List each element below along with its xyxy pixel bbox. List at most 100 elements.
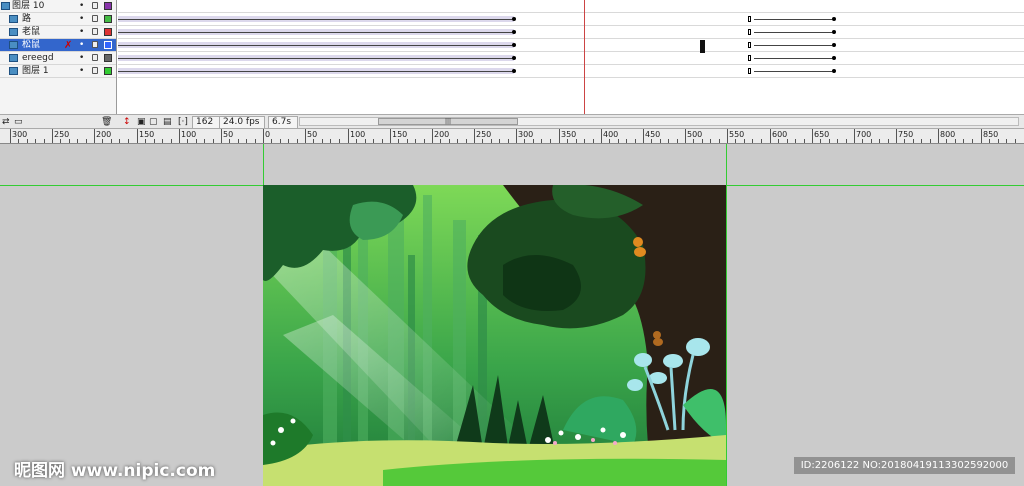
layer-row[interactable]: 图层 1 • [0,65,116,78]
visibility-dot-icon[interactable]: • [79,26,84,39]
keyframe-empty[interactable] [748,55,751,61]
lock-icon[interactable] [92,2,98,9]
ruler-minor-tick [415,139,416,143]
keyframe-empty[interactable] [748,16,751,22]
keyframe-empty[interactable] [748,29,751,35]
outline-color-swatch[interactable] [104,67,112,75]
frame-row[interactable] [118,52,1024,65]
keyframe-empty[interactable] [748,42,751,48]
ruler-minor-tick [567,139,568,143]
layer-row[interactable]: 图层 10 • [0,0,116,13]
visibility-dot-icon[interactable]: • [79,52,84,65]
outline-color-swatch[interactable] [104,54,112,62]
ruler-minor-tick [102,139,103,143]
ruler-label: 450 [645,130,661,139]
ruler-minor-tick [1006,139,1007,143]
ruler-major-tick [938,129,939,143]
lock-icon[interactable] [92,54,98,61]
ruler-minor-tick [550,139,551,143]
ruler-minor-tick [339,139,340,143]
onion-outline-icon[interactable]: ▢ [149,117,158,127]
frame-rate[interactable]: 24.0 fps [219,116,265,129]
layer-name: 路 [22,14,32,24]
keyframe-empty[interactable] [748,68,751,74]
lock-icon[interactable] [92,67,98,74]
keyframe[interactable] [832,17,836,21]
ruler-label: 700 [856,130,872,139]
visibility-dot-icon[interactable]: • [79,13,84,26]
stage-canvas[interactable] [263,185,726,486]
layer-row[interactable]: ereegd • [0,52,116,65]
keyframe[interactable] [512,43,516,47]
keyframe[interactable] [512,56,516,60]
scrollbar-thumb[interactable]: ||| [378,118,518,125]
ruler-minor-tick [946,139,947,143]
lock-icon[interactable] [92,41,98,48]
onion-markers-icon[interactable]: [·] [178,117,188,127]
visibility-dot-icon[interactable]: • [79,0,84,13]
ruler-minor-tick [154,139,155,143]
keyframe[interactable] [512,30,516,34]
tween-arrow [754,32,832,33]
tween-arrow [754,45,832,46]
layer-icon [9,15,18,23]
ruler-major-tick [643,129,644,143]
timeline-scrollbar[interactable]: ||| [299,117,1019,126]
outline-color-swatch[interactable] [104,28,112,36]
outline-color-swatch[interactable] [104,15,112,23]
edit-multiple-icon[interactable]: ▤ [163,117,172,127]
frame-row[interactable] [118,39,1024,52]
ruler-label: 350 [561,130,577,139]
ruler-minor-tick [18,139,19,143]
ruler-minor-tick [744,139,745,143]
ruler-minor-tick [735,139,736,143]
layer-row-selected[interactable]: 松鼠 ✗ • [0,39,116,52]
trash-icon[interactable]: 🗑 [101,117,112,127]
keyframe[interactable] [512,17,516,21]
ruler-label: 50 [307,130,318,139]
ruler-minor-tick [862,139,863,143]
current-frame-marker[interactable] [700,40,705,53]
ruler-label: 600 [772,130,788,139]
ruler-major-tick [390,129,391,143]
layer-row[interactable]: 老鼠 • [0,26,116,39]
visibility-dot-icon[interactable]: • [79,39,84,52]
ruler-major-tick [94,129,95,143]
outline-color-swatch[interactable] [104,2,112,10]
keyframe[interactable] [832,69,836,73]
center-frame-icon[interactable]: ↕ [123,117,131,127]
add-folder-icon[interactable]: ▭ [14,117,23,127]
visibility-dot-icon[interactable]: • [79,65,84,78]
ruler-minor-tick [989,139,990,143]
ruler-minor-tick [398,139,399,143]
ruler-minor-tick [171,139,172,143]
lock-icon[interactable] [92,15,98,22]
playhead-line[interactable] [584,0,585,114]
ruler-major-tick [137,129,138,143]
ruler-major-tick [727,129,728,143]
keyframe[interactable] [832,43,836,47]
frame-grid[interactable] [118,0,1024,114]
lock-icon[interactable] [92,28,98,35]
frame-row[interactable] [118,65,1024,78]
frame-row[interactable] [118,0,1024,13]
ruler-minor-tick [955,139,956,143]
layer-row[interactable]: 路 • [0,13,116,26]
ruler-label: 0 [265,130,271,139]
keyframe[interactable] [832,56,836,60]
onion-skin-icon[interactable]: ▣ [137,117,146,127]
ruler-label: 550 [729,130,745,139]
ruler-minor-tick [921,139,922,143]
add-layer-icon[interactable]: ⇄ [2,117,10,127]
keyframe[interactable] [512,69,516,73]
ruler-minor-tick [576,139,577,143]
frame-row[interactable] [118,13,1024,26]
ruler-minor-tick [584,139,585,143]
frame-row[interactable] [118,26,1024,39]
outline-color-swatch[interactable] [104,41,112,49]
ruler-major-tick [601,129,602,143]
keyframe[interactable] [832,30,836,34]
ruler-minor-tick [356,139,357,143]
ruler-minor-tick [593,139,594,143]
ruler-major-tick [474,129,475,143]
